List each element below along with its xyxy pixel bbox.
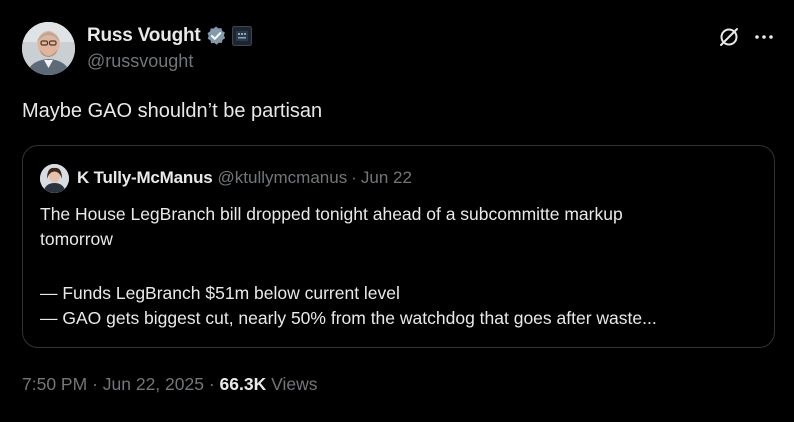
- quoted-text-line: tomorrow: [40, 229, 113, 249]
- author-handle[interactable]: @russvought: [87, 51, 193, 72]
- quoted-author-handle[interactable]: @ktullymcmanus: [218, 168, 348, 188]
- views-count: 66.3K: [219, 374, 267, 394]
- quoted-text-line: — Funds LegBranch $51m below current lev…: [40, 283, 400, 303]
- author-name-row: Russ Vought: [87, 24, 252, 48]
- grok-icon[interactable]: [718, 26, 740, 48]
- quoted-tweet-date[interactable]: Jun 22: [361, 168, 412, 188]
- more-options-icon[interactable]: [752, 27, 776, 47]
- separator-dot: ·: [208, 374, 215, 394]
- author-display-name[interactable]: Russ Vought: [87, 25, 201, 47]
- quoted-text-line: — GAO gets biggest cut, nearly 50% from …: [40, 308, 657, 328]
- quoted-author-avatar[interactable]: [40, 164, 69, 193]
- quoted-author-name[interactable]: K Tully-McManus: [77, 168, 213, 188]
- tweet-text: Maybe GAO shouldn’t be partisan: [22, 100, 323, 122]
- author-avatar[interactable]: [22, 22, 75, 75]
- tweet-date[interactable]: Jun 22, 2025: [103, 374, 204, 394]
- government-affiliation-icon[interactable]: [231, 26, 252, 46]
- separator-dot: ·: [351, 168, 357, 187]
- tweet: Russ Vought @russvought Maybe GAO should…: [0, 0, 794, 422]
- quoted-tweet-card[interactable]: K Tully-McManus @ktullymcmanus · Jun 22 …: [22, 145, 775, 348]
- quoted-tweet-text: The House LegBranch bill dropped tonight…: [40, 202, 765, 331]
- quoted-text-line: The House LegBranch bill dropped tonight…: [40, 204, 623, 224]
- quoted-tweet-header: K Tully-McManus @ktullymcmanus · Jun 22: [77, 168, 412, 188]
- views-label: Views: [271, 374, 318, 394]
- separator-dot: ·: [92, 374, 98, 394]
- tweet-time[interactable]: 7:50 PM: [22, 374, 87, 394]
- verified-badge-icon[interactable]: [205, 25, 227, 47]
- tweet-meta: 7:50 PM · Jun 22, 2025 · 66.3K Views: [22, 374, 318, 395]
